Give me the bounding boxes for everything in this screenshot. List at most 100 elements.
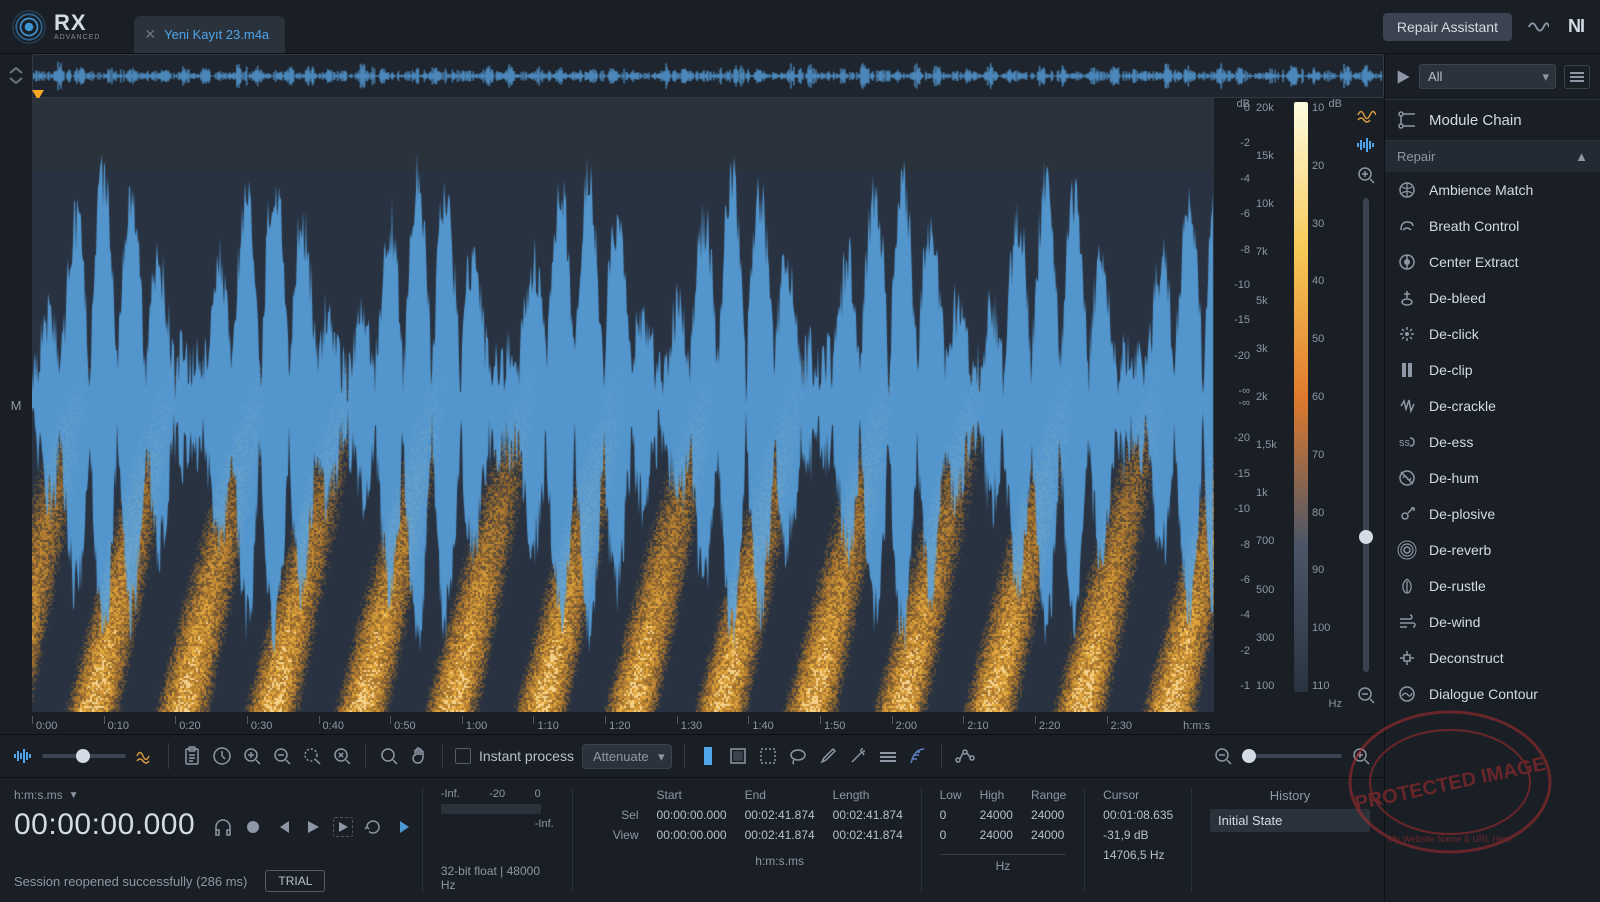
time-format-select[interactable]: h:m:s.ms xyxy=(14,788,63,802)
level-meter: -Inf.-200 -Inf. xyxy=(441,788,554,830)
hand-tool-icon[interactable] xyxy=(408,745,430,767)
module-de-wind[interactable]: De-wind xyxy=(1385,604,1600,640)
amplitude-scale: dB 0-2-4-6-8-10-15-20-∞ -∞-20-15-10-8-6-… xyxy=(1214,98,1254,712)
cursor-info: Cursor 00:01:08.635 -31,9 dB 14706,5 Hz xyxy=(1103,788,1173,892)
channel-label: M xyxy=(0,98,32,712)
module-de-reverb[interactable]: De-reverb xyxy=(1385,532,1600,568)
overview-toggle[interactable] xyxy=(0,54,32,98)
return-to-start-icon[interactable] xyxy=(393,817,413,837)
time-select-tool-icon[interactable] xyxy=(697,745,719,767)
frequency-scale: 20k15k10k7k5k3k2k1,5k1k700500300100 xyxy=(1254,98,1290,712)
ambience-match-icon xyxy=(1397,180,1417,200)
lasso-tool-icon[interactable] xyxy=(787,745,809,767)
waveform-spectro-toggle-icon[interactable] xyxy=(1355,104,1377,126)
module-de-ess[interactable]: ssDe-ess xyxy=(1385,424,1600,460)
trial-button[interactable]: TRIAL xyxy=(265,870,325,892)
breath-control-icon xyxy=(1397,216,1417,236)
module-deconstruct[interactable]: Deconstruct xyxy=(1385,640,1600,676)
search-icon[interactable] xyxy=(378,745,400,767)
status-message: Session reopened successfully (286 ms) xyxy=(14,874,247,889)
spectrogram-display[interactable] xyxy=(32,98,1214,712)
module-de-click[interactable]: De-click xyxy=(1385,316,1600,352)
zoom-out-vert-icon[interactable] xyxy=(1355,684,1377,706)
mix-slider[interactable] xyxy=(42,754,126,758)
frequency-info: LowHighRange 02400024000 02400024000 Hz xyxy=(940,788,1067,892)
module-chain-button[interactable]: Module Chain xyxy=(1385,99,1600,141)
rect-select-tool-icon[interactable] xyxy=(727,745,749,767)
transport-panel: h:m:s.ms ▼ 00:00:00.000 xyxy=(0,778,1384,902)
zoom-in-icon[interactable] xyxy=(241,745,263,767)
spectro-mode-icon[interactable] xyxy=(134,745,156,767)
colorbar: 102030405060708090100110 dB Hz xyxy=(1290,98,1348,712)
repair-section-header[interactable]: Repair ▲ xyxy=(1385,141,1600,172)
module-de-hum[interactable]: De-hum xyxy=(1385,460,1600,496)
zoom-fit-icon[interactable] xyxy=(331,745,353,767)
waveform-mode-icon[interactable] xyxy=(12,745,34,767)
playhead-time: 00:00:00.000 xyxy=(14,808,195,842)
history-icon[interactable] xyxy=(211,745,233,767)
loop-icon[interactable] xyxy=(363,817,383,837)
de-clip-icon xyxy=(1397,360,1417,380)
connect-points-icon[interactable] xyxy=(954,745,976,767)
module-de-bleed[interactable]: De-bleed xyxy=(1385,280,1600,316)
history-panel: History Initial State xyxy=(1210,788,1370,892)
record-icon[interactable] xyxy=(243,817,263,837)
deconstruct-icon xyxy=(1397,648,1417,668)
zoom-h-slider[interactable] xyxy=(1242,754,1342,758)
file-tab[interactable]: ✕ Yeni Kayıt 23.m4a xyxy=(134,16,285,53)
module-ambience-match[interactable]: Ambience Match xyxy=(1385,172,1600,208)
play-selection-icon[interactable] xyxy=(333,817,353,837)
module-panel: All Module Chain Repair ▲ Ambience Match… xyxy=(1384,54,1600,902)
de-ess-icon: ss xyxy=(1397,432,1417,452)
zoom-out-icon[interactable] xyxy=(271,745,293,767)
module-breath-control[interactable]: Breath Control xyxy=(1385,208,1600,244)
instant-process-checkbox[interactable] xyxy=(455,748,471,764)
preview-play-icon[interactable] xyxy=(1395,69,1411,85)
instant-process-mode-select[interactable]: Attenuate xyxy=(582,744,672,769)
harmonic-select-icon[interactable] xyxy=(877,745,899,767)
skip-back-icon[interactable] xyxy=(273,817,293,837)
logo-text-sub: ADVANCED xyxy=(54,34,100,41)
app-logo: RX ADVANCED xyxy=(12,10,100,44)
module-center-extract[interactable]: Center Extract xyxy=(1385,244,1600,280)
module-filter-select[interactable]: All xyxy=(1419,64,1556,89)
ni-logo[interactable]: NI xyxy=(1564,15,1588,39)
de-plosive-icon xyxy=(1397,504,1417,524)
module-chain-icon xyxy=(1397,110,1417,130)
rx-logo-icon xyxy=(12,10,46,44)
selection-info: StartEndLength Sel00:00:00.00000:02:41.8… xyxy=(591,788,903,892)
feather-tool-icon[interactable] xyxy=(907,745,929,767)
zoom-out-h-icon[interactable] xyxy=(1212,745,1234,767)
zoom-in-vert-icon[interactable] xyxy=(1355,164,1377,186)
module-de-clip[interactable]: De-clip xyxy=(1385,352,1600,388)
close-icon[interactable]: ✕ xyxy=(144,26,156,43)
zoom-in-h-icon[interactable] xyxy=(1350,745,1372,767)
audio-format-label: 32-bit float | 48000 Hz xyxy=(441,864,554,892)
module-de-rustle[interactable]: De-rustle xyxy=(1385,568,1600,604)
clipboard-icon[interactable] xyxy=(181,745,203,767)
collapse-icon: ▲ xyxy=(1575,149,1588,164)
history-item[interactable]: Initial State xyxy=(1210,809,1370,832)
module-de-plosive[interactable]: De-plosive xyxy=(1385,496,1600,532)
wave-icon[interactable] xyxy=(1526,15,1550,39)
colorbar-gradient xyxy=(1294,102,1308,692)
freq-select-tool-icon[interactable] xyxy=(757,745,779,767)
list-view-icon[interactable] xyxy=(1564,65,1590,89)
instant-process-label: Instant process xyxy=(479,748,574,764)
toolbar: Instant process Attenuate xyxy=(0,734,1384,778)
wand-tool-icon[interactable] xyxy=(847,745,869,767)
overview-waveform[interactable] xyxy=(32,54,1384,98)
zoom-selection-icon[interactable] xyxy=(301,745,323,767)
module-de-crackle[interactable]: De-crackle xyxy=(1385,388,1600,424)
repair-assistant-button[interactable]: Repair Assistant xyxy=(1383,13,1512,41)
de-crackle-icon xyxy=(1397,396,1417,416)
vertical-zoom-slider[interactable] xyxy=(1363,198,1369,672)
waveform-view-icon[interactable] xyxy=(1355,134,1377,156)
brush-tool-icon[interactable] xyxy=(817,745,839,767)
play-icon[interactable] xyxy=(303,817,323,837)
tab-bar: ✕ Yeni Kayıt 23.m4a xyxy=(134,0,285,53)
de-bleed-icon xyxy=(1397,288,1417,308)
module-dialogue-contour[interactable]: Dialogue Contour xyxy=(1385,676,1600,712)
view-tools-column xyxy=(1348,98,1384,712)
headphone-icon[interactable] xyxy=(213,817,233,837)
